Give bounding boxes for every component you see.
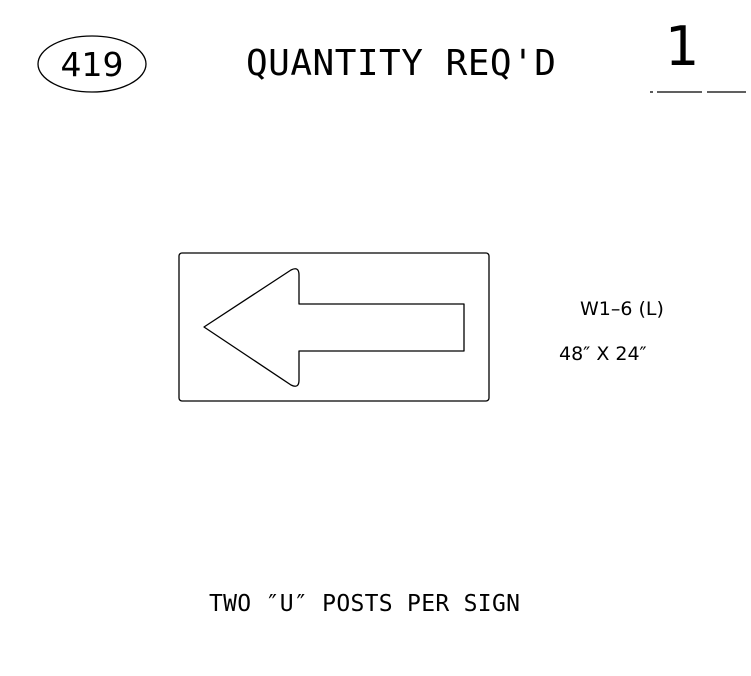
sign-size-label: 48″ X 24″ — [559, 343, 647, 365]
sign-detail-sheet: 419 QUANTITY REQ'D 1 W1–6 (L) 48″ X 24″ … — [0, 0, 751, 676]
quantity-value: 1 — [665, 15, 700, 78]
posts-note: TWO ″U″ POSTS PER SIGN — [209, 591, 521, 617]
sheet-number: 419 — [60, 44, 124, 84]
sign-drawing — [37, 35, 746, 402]
left-arrow-icon — [203, 268, 465, 387]
sign-code-label: W1–6 (L) — [580, 298, 664, 320]
sign-panel-outline — [178, 252, 490, 402]
quantity-label: QUANTITY REQ'D — [246, 43, 557, 84]
